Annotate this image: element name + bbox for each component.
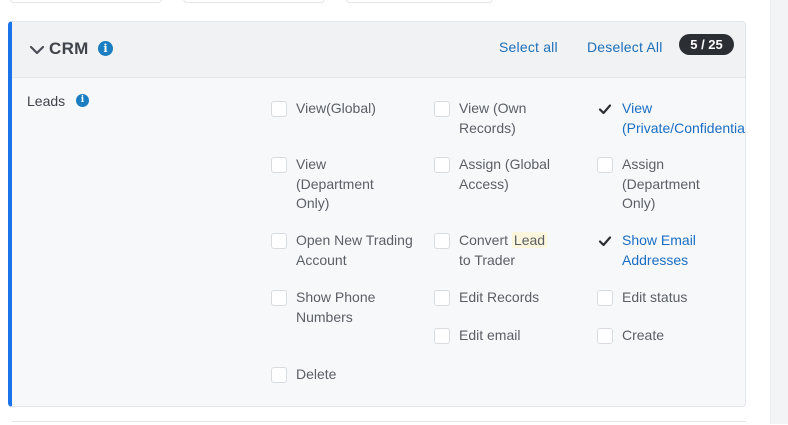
permission-label: Assign (Department Only) bbox=[622, 156, 700, 211]
to-trader-text: to Trader bbox=[459, 251, 516, 268]
permission-label: Delete bbox=[296, 366, 337, 382]
right-panel-edge bbox=[770, 0, 788, 424]
checkbox-view-own[interactable] bbox=[434, 101, 450, 117]
chevron-down-icon[interactable] bbox=[27, 40, 47, 60]
checkmark-icon bbox=[598, 236, 612, 247]
checkbox-create[interactable] bbox=[597, 328, 613, 344]
checkbox-delete[interactable] bbox=[271, 367, 287, 383]
checkbox-edit-records[interactable] bbox=[434, 290, 450, 306]
permission-label: Show Email Addresses bbox=[622, 232, 696, 268]
checkbox-edit-status[interactable] bbox=[597, 290, 613, 306]
card-header: CRM i Select all Deselect All 5 / 25 bbox=[12, 22, 745, 78]
checkbox-assign-global[interactable] bbox=[434, 157, 450, 173]
next-card-edge bbox=[12, 421, 746, 425]
checkbox-view-department[interactable] bbox=[271, 157, 287, 173]
checkbox-view-private-checked[interactable] bbox=[597, 101, 613, 117]
checkbox-view-global[interactable] bbox=[271, 101, 287, 117]
checkbox-show-email-checked[interactable] bbox=[597, 233, 613, 249]
info-icon[interactable]: i bbox=[76, 94, 89, 107]
info-icon[interactable]: i bbox=[98, 41, 113, 56]
permission-label: View (Own Records) bbox=[459, 100, 527, 136]
permission-label-convert-lead: Convert Lead to Trader bbox=[459, 231, 559, 270]
crm-permissions-card: CRM i Select all Deselect All 5 / 25 Lea… bbox=[8, 21, 746, 407]
checkbox-edit-email[interactable] bbox=[434, 328, 450, 344]
highlighted-word: Lead bbox=[511, 232, 548, 248]
permission-label: Open New Trading Account bbox=[296, 232, 413, 268]
checkbox-convert-lead[interactable] bbox=[434, 233, 450, 249]
card-title: CRM bbox=[49, 39, 89, 58]
deselect-all-button[interactable]: Deselect All bbox=[587, 39, 663, 55]
top-tab[interactable] bbox=[346, 0, 493, 3]
checkbox-show-phone[interactable] bbox=[271, 290, 287, 306]
permission-label: Edit email bbox=[459, 327, 521, 343]
permission-label: Show Phone Numbers bbox=[296, 289, 376, 325]
checkbox-assign-department[interactable] bbox=[597, 157, 613, 173]
select-all-button[interactable]: Select all bbox=[499, 39, 558, 55]
section-label: Leads bbox=[27, 93, 66, 109]
count-badge: 5 / 25 bbox=[679, 34, 734, 55]
top-tab[interactable] bbox=[10, 0, 162, 3]
permission-label: Edit Records bbox=[459, 289, 540, 305]
permission-label: View(Global) bbox=[296, 100, 376, 116]
permission-label: Assign (Global Access) bbox=[459, 156, 551, 192]
top-tab[interactable] bbox=[183, 0, 325, 3]
convert-text: Convert bbox=[459, 232, 509, 248]
permission-label: View (Department Only) bbox=[296, 156, 374, 211]
permission-label: View (Private/Confidential) bbox=[622, 100, 746, 136]
checkmark-icon bbox=[598, 104, 612, 115]
permission-label: Create bbox=[622, 327, 665, 343]
checkbox-open-trading-account[interactable] bbox=[271, 233, 287, 249]
permission-label: Edit status bbox=[622, 289, 688, 305]
